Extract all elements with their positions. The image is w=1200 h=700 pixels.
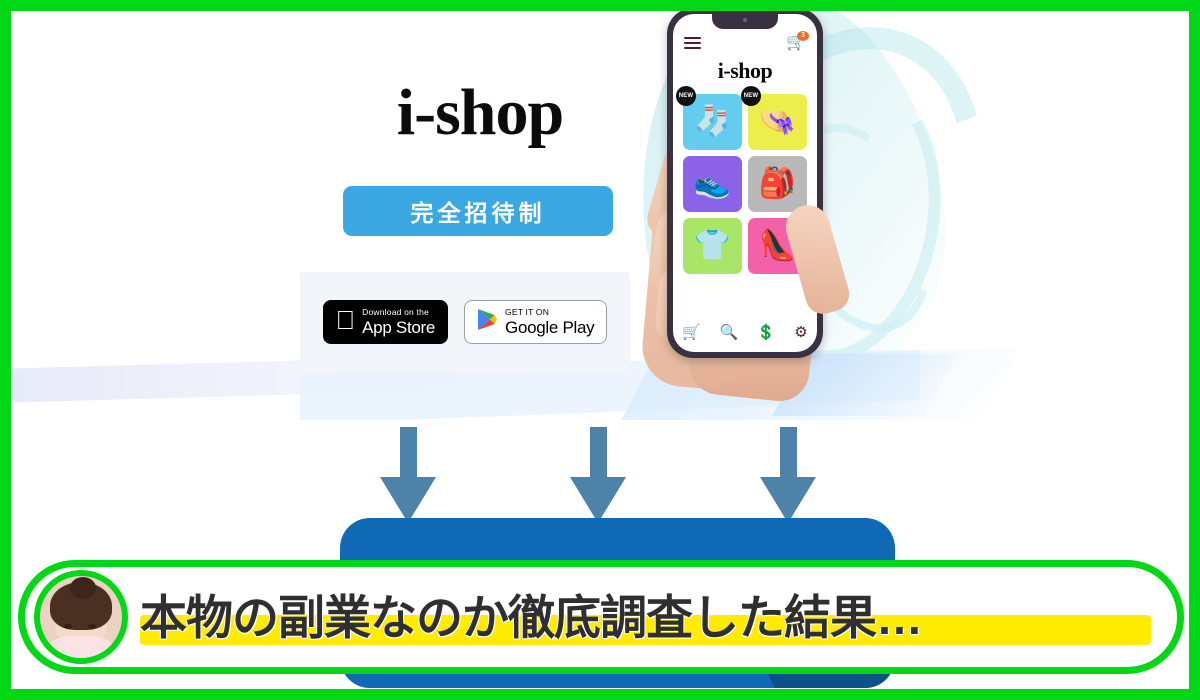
brand-logo: i-shop <box>396 76 564 149</box>
phone-mockup: 🛒 3 i-shop NEW 🧦 NEW 👒 👟 🎒 👕 👠 🛒 🔍 💲 ⚙ <box>639 8 854 405</box>
invite-only-badge: 完全招待制 <box>343 186 613 236</box>
app-store-button[interactable]:  Download on the App Store <box>322 300 449 344</box>
nav-money-icon[interactable]: 💲 <box>757 323 776 341</box>
app-header: 🛒 3 <box>673 30 817 56</box>
phone-screen: 🛒 3 i-shop NEW 🧦 NEW 👒 👟 🎒 👕 👠 🛒 🔍 💲 ⚙ <box>673 14 817 352</box>
app-store-top-label: Download on the <box>352 307 429 318</box>
phone-notch <box>712 14 778 29</box>
t-shirt-icon: 👕 <box>693 229 732 262</box>
shopping-cart-icon[interactable]: 🛒 3 <box>786 31 809 52</box>
reviewer-avatar <box>34 570 128 664</box>
product-tile-sneaker[interactable]: 👟 <box>683 156 742 212</box>
app-store-bottom-label: App Store <box>352 317 435 337</box>
down-arrow-icon <box>570 427 626 523</box>
apple-icon:  <box>336 307 356 333</box>
phone-body: 🛒 3 i-shop NEW 🧦 NEW 👒 👟 🎒 👕 👠 🛒 🔍 💲 ⚙ <box>667 8 823 358</box>
promo-page: i-shop 完全招待制  Download on the App Store <box>0 0 1200 700</box>
hero-section: i-shop 完全招待制  Download on the App Store <box>0 0 1200 420</box>
app-bottom-nav: 🛒 🔍 💲 ⚙ <box>673 318 817 346</box>
socks-icon: 🧦 <box>693 105 732 138</box>
product-tile-socks[interactable]: NEW 🧦 <box>676 86 742 150</box>
sneaker-icon: 👟 <box>693 167 732 200</box>
app-brand-logo: i-shop <box>717 58 773 83</box>
nav-settings-icon[interactable]: ⚙ <box>794 323 807 341</box>
headline-text: 本物の副業なのか徹底調査した結果… <box>140 590 923 644</box>
store-badges-row:  Download on the App Store GET IT ON <box>300 272 630 372</box>
google-play-bottom-label: Google Play <box>495 317 595 337</box>
new-badge: NEW <box>676 86 696 106</box>
nav-cart-icon[interactable]: 🛒 <box>682 323 701 341</box>
headline-text-wrap: 本物の副業なのか徹底調査した結果… <box>140 567 1151 667</box>
down-arrow-icon <box>380 427 436 523</box>
bucket-hat-icon: 👒 <box>758 105 797 138</box>
google-play-top-label: GET IT ON <box>495 307 549 318</box>
backpack-icon: 🎒 <box>758 167 797 200</box>
google-play-icon <box>477 308 498 336</box>
down-arrow-icon <box>760 427 816 523</box>
google-play-button[interactable]: GET IT ON Google Play <box>464 300 608 344</box>
cart-count-badge: 3 <box>797 31 809 41</box>
product-grid: NEW 🧦 NEW 👒 👟 🎒 👕 👠 <box>676 86 807 274</box>
product-tile-backpack[interactable]: 🎒 <box>748 156 807 212</box>
product-tile-t-shirt[interactable]: 👕 <box>683 218 742 274</box>
hamburger-menu-icon[interactable] <box>684 37 701 49</box>
nav-search-icon[interactable]: 🔍 <box>720 323 739 341</box>
product-tile-bucket-hat[interactable]: NEW 👒 <box>741 86 807 150</box>
headline-banner: 本物の副業なのか徹底調査した結果… <box>18 560 1184 674</box>
new-badge: NEW <box>741 86 761 106</box>
